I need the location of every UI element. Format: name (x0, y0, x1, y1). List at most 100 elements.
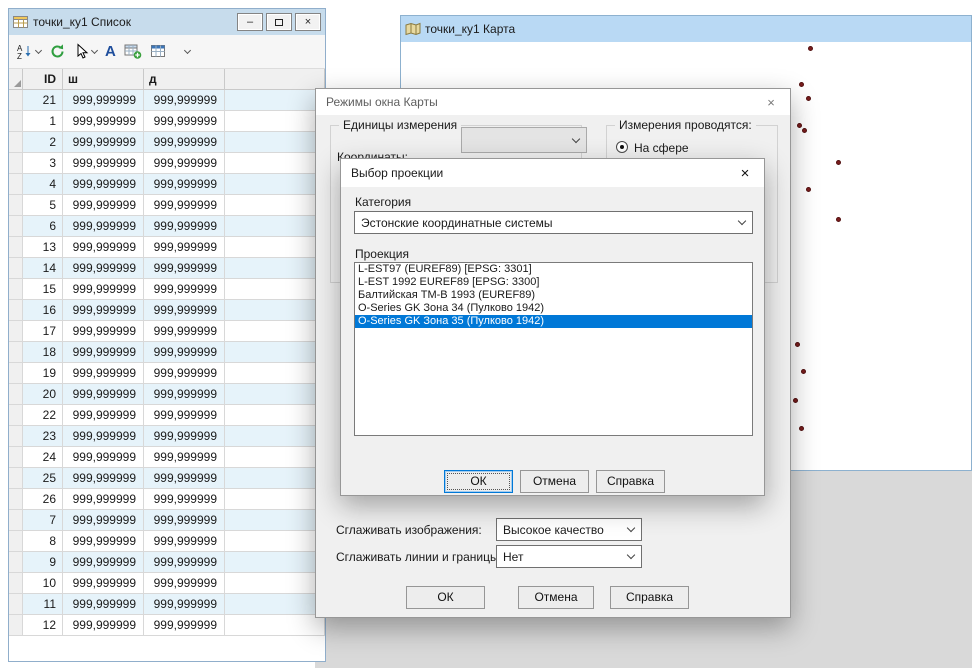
cell-sh[interactable]: 999,999999 (63, 552, 144, 573)
projection-list-item[interactable]: Балтийская TM-B 1993 (EUREF89) (355, 289, 752, 302)
cell-d[interactable]: 999,999999 (144, 573, 225, 594)
column-header-empty[interactable] (225, 69, 325, 90)
cell-id[interactable]: 14 (23, 258, 63, 279)
column-header-sh[interactable]: ш (63, 69, 144, 90)
cell-d[interactable]: 999,999999 (144, 489, 225, 510)
cell-empty[interactable] (225, 426, 325, 447)
cell-d[interactable]: 999,999999 (144, 531, 225, 552)
cell-sh[interactable]: 999,999999 (63, 258, 144, 279)
row-selector[interactable] (9, 258, 23, 279)
cell-empty[interactable] (225, 510, 325, 531)
cell-id[interactable]: 6 (23, 216, 63, 237)
table-row[interactable]: 11999,999999999,999999 (9, 594, 325, 615)
table-row[interactable]: 17999,999999999,999999 (9, 321, 325, 342)
cell-id[interactable]: 20 (23, 384, 63, 405)
projection-dialog-titlebar[interactable]: Выбор проекции × (341, 159, 764, 187)
table-row[interactable]: 16999,999999999,999999 (9, 300, 325, 321)
units-combo[interactable] (461, 127, 587, 153)
cell-id[interactable]: 12 (23, 615, 63, 636)
cell-sh[interactable]: 999,999999 (63, 216, 144, 237)
cell-sh[interactable]: 999,999999 (63, 573, 144, 594)
cell-sh[interactable]: 999,999999 (63, 468, 144, 489)
cell-id[interactable]: 3 (23, 153, 63, 174)
row-selector[interactable] (9, 615, 23, 636)
row-selector[interactable] (9, 195, 23, 216)
cell-empty[interactable] (225, 489, 325, 510)
row-selector[interactable] (9, 237, 23, 258)
cell-id[interactable]: 2 (23, 132, 63, 153)
table-row[interactable]: 21999,999999999,999999 (9, 90, 325, 111)
cell-empty[interactable] (225, 363, 325, 384)
row-selector[interactable] (9, 174, 23, 195)
cell-d[interactable]: 999,999999 (144, 195, 225, 216)
column-settings-button[interactable] (146, 38, 171, 65)
cell-sh[interactable]: 999,999999 (63, 405, 144, 426)
close-icon[interactable]: × (752, 95, 790, 110)
cell-empty[interactable] (225, 300, 325, 321)
cell-id[interactable]: 22 (23, 405, 63, 426)
table-row[interactable]: 7999,999999999,999999 (9, 510, 325, 531)
close-button[interactable]: × (295, 13, 321, 31)
row-selector[interactable] (9, 426, 23, 447)
cell-empty[interactable] (225, 132, 325, 153)
table-row[interactable]: 10999,999999999,999999 (9, 573, 325, 594)
cell-id[interactable]: 11 (23, 594, 63, 615)
table-row[interactable]: 18999,999999999,999999 (9, 342, 325, 363)
table-row[interactable]: 19999,999999999,999999 (9, 363, 325, 384)
refresh-button[interactable] (45, 38, 70, 65)
cell-empty[interactable] (225, 258, 325, 279)
cell-id[interactable]: 9 (23, 552, 63, 573)
cell-id[interactable]: 25 (23, 468, 63, 489)
cell-sh[interactable]: 999,999999 (63, 300, 144, 321)
row-selector[interactable] (9, 90, 23, 111)
cell-d[interactable]: 999,999999 (144, 300, 225, 321)
column-header-id[interactable]: ID (23, 69, 63, 90)
cell-d[interactable]: 999,999999 (144, 363, 225, 384)
cell-d[interactable]: 999,999999 (144, 132, 225, 153)
table-row[interactable]: 23999,999999999,999999 (9, 426, 325, 447)
cell-sh[interactable]: 999,999999 (63, 195, 144, 216)
cell-empty[interactable] (225, 195, 325, 216)
row-selector[interactable] (9, 321, 23, 342)
cell-empty[interactable] (225, 321, 325, 342)
projection-list-item[interactable]: O-Series GK Зона 35 (Пулково 1942) (355, 315, 752, 328)
cell-sh[interactable]: 999,999999 (63, 174, 144, 195)
cell-empty[interactable] (225, 552, 325, 573)
table-row[interactable]: 14999,999999999,999999 (9, 258, 325, 279)
row-selector[interactable] (9, 111, 23, 132)
table-row[interactable]: 5999,999999999,999999 (9, 195, 325, 216)
ok-button[interactable]: ОК (444, 470, 513, 493)
cell-id[interactable]: 5 (23, 195, 63, 216)
cell-id[interactable]: 18 (23, 342, 63, 363)
cell-sh[interactable]: 999,999999 (63, 594, 144, 615)
cell-d[interactable]: 999,999999 (144, 153, 225, 174)
cell-empty[interactable] (225, 468, 325, 489)
table-row[interactable]: 8999,999999999,999999 (9, 531, 325, 552)
cell-sh[interactable]: 999,999999 (63, 489, 144, 510)
cell-id[interactable]: 23 (23, 426, 63, 447)
projection-list-item[interactable]: L-EST97 (EUREF89) [EPSG: 3301] (355, 263, 752, 276)
cell-sh[interactable]: 999,999999 (63, 321, 144, 342)
table-row[interactable]: 25999,999999999,999999 (9, 468, 325, 489)
close-icon[interactable]: × (726, 165, 764, 182)
cell-empty[interactable] (225, 90, 325, 111)
cell-empty[interactable] (225, 405, 325, 426)
cell-d[interactable]: 999,999999 (144, 468, 225, 489)
cell-d[interactable]: 999,999999 (144, 426, 225, 447)
cell-d[interactable]: 999,999999 (144, 111, 225, 132)
category-combo[interactable]: Эстонские координатные системы (354, 211, 753, 234)
row-selector[interactable] (9, 405, 23, 426)
cell-id[interactable]: 15 (23, 279, 63, 300)
row-selector[interactable] (9, 216, 23, 237)
cell-d[interactable]: 999,999999 (144, 237, 225, 258)
table-window[interactable]: точки_ку1 Список – × A Z (8, 8, 326, 662)
cell-sh[interactable]: 999,999999 (63, 153, 144, 174)
table-row[interactable]: 24999,999999999,999999 (9, 447, 325, 468)
row-selector[interactable] (9, 531, 23, 552)
cell-d[interactable]: 999,999999 (144, 90, 225, 111)
cell-id[interactable]: 10 (23, 573, 63, 594)
cell-d[interactable]: 999,999999 (144, 279, 225, 300)
cell-id[interactable]: 19 (23, 363, 63, 384)
projection-listbox[interactable]: L-EST97 (EUREF89) [EPSG: 3301]L-EST 1992… (354, 262, 753, 436)
cell-sh[interactable]: 999,999999 (63, 342, 144, 363)
